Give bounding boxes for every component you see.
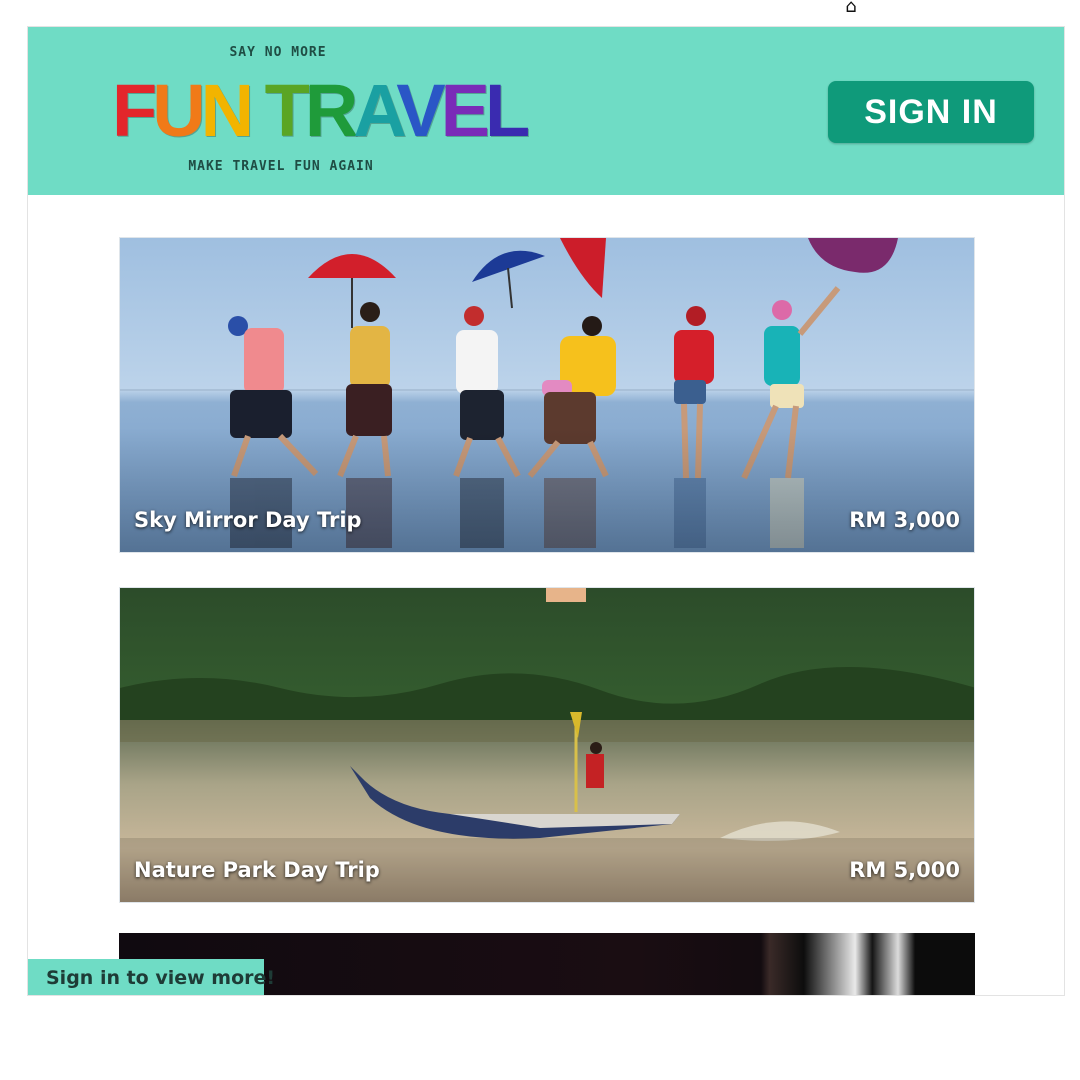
logo-letter: N	[200, 69, 255, 152]
trip-card-nature-park[interactable]: Nature Park Day Trip RM 5,000	[119, 587, 975, 903]
site-header: SAY NO MORE FUN TRAVEL MAKE TRAVEL FUN A…	[28, 27, 1064, 195]
app-frame: SAY NO MORE FUN TRAVEL MAKE TRAVEL FUN A…	[27, 26, 1065, 996]
logo-letter: F	[112, 69, 157, 152]
trip-title: Sky Mirror Day Trip	[134, 508, 362, 532]
logo-letter: L	[485, 69, 530, 152]
trip-title: Nature Park Day Trip	[134, 858, 380, 882]
site-logo[interactable]: FUN TRAVEL	[112, 69, 530, 152]
logo-letter: T	[264, 69, 310, 152]
sign-in-button[interactable]: SIGN IN	[828, 81, 1034, 143]
mouse-icon: ⌂	[845, 0, 857, 17]
sky-mirror-photo	[120, 238, 974, 552]
logo-letter: A	[353, 69, 401, 152]
tagline-bottom: MAKE TRAVEL FUN AGAIN	[188, 159, 374, 174]
logo-letter: U	[152, 69, 206, 152]
logo-letter: E	[440, 69, 490, 152]
trip-card-sky-mirror[interactable]: Sky Mirror Day Trip RM 3,000	[119, 237, 975, 553]
sign-in-prompt-banner[interactable]: Sign in to view more!	[28, 959, 275, 995]
logo-letter: R	[304, 69, 359, 152]
logo-letter	[249, 69, 265, 152]
trip-price: RM 3,000	[849, 508, 960, 532]
logo-letter: V	[396, 69, 445, 152]
nature-park-photo	[120, 588, 974, 902]
trip-price: RM 5,000	[849, 858, 960, 882]
tagline-top: SAY NO MORE	[229, 45, 327, 60]
